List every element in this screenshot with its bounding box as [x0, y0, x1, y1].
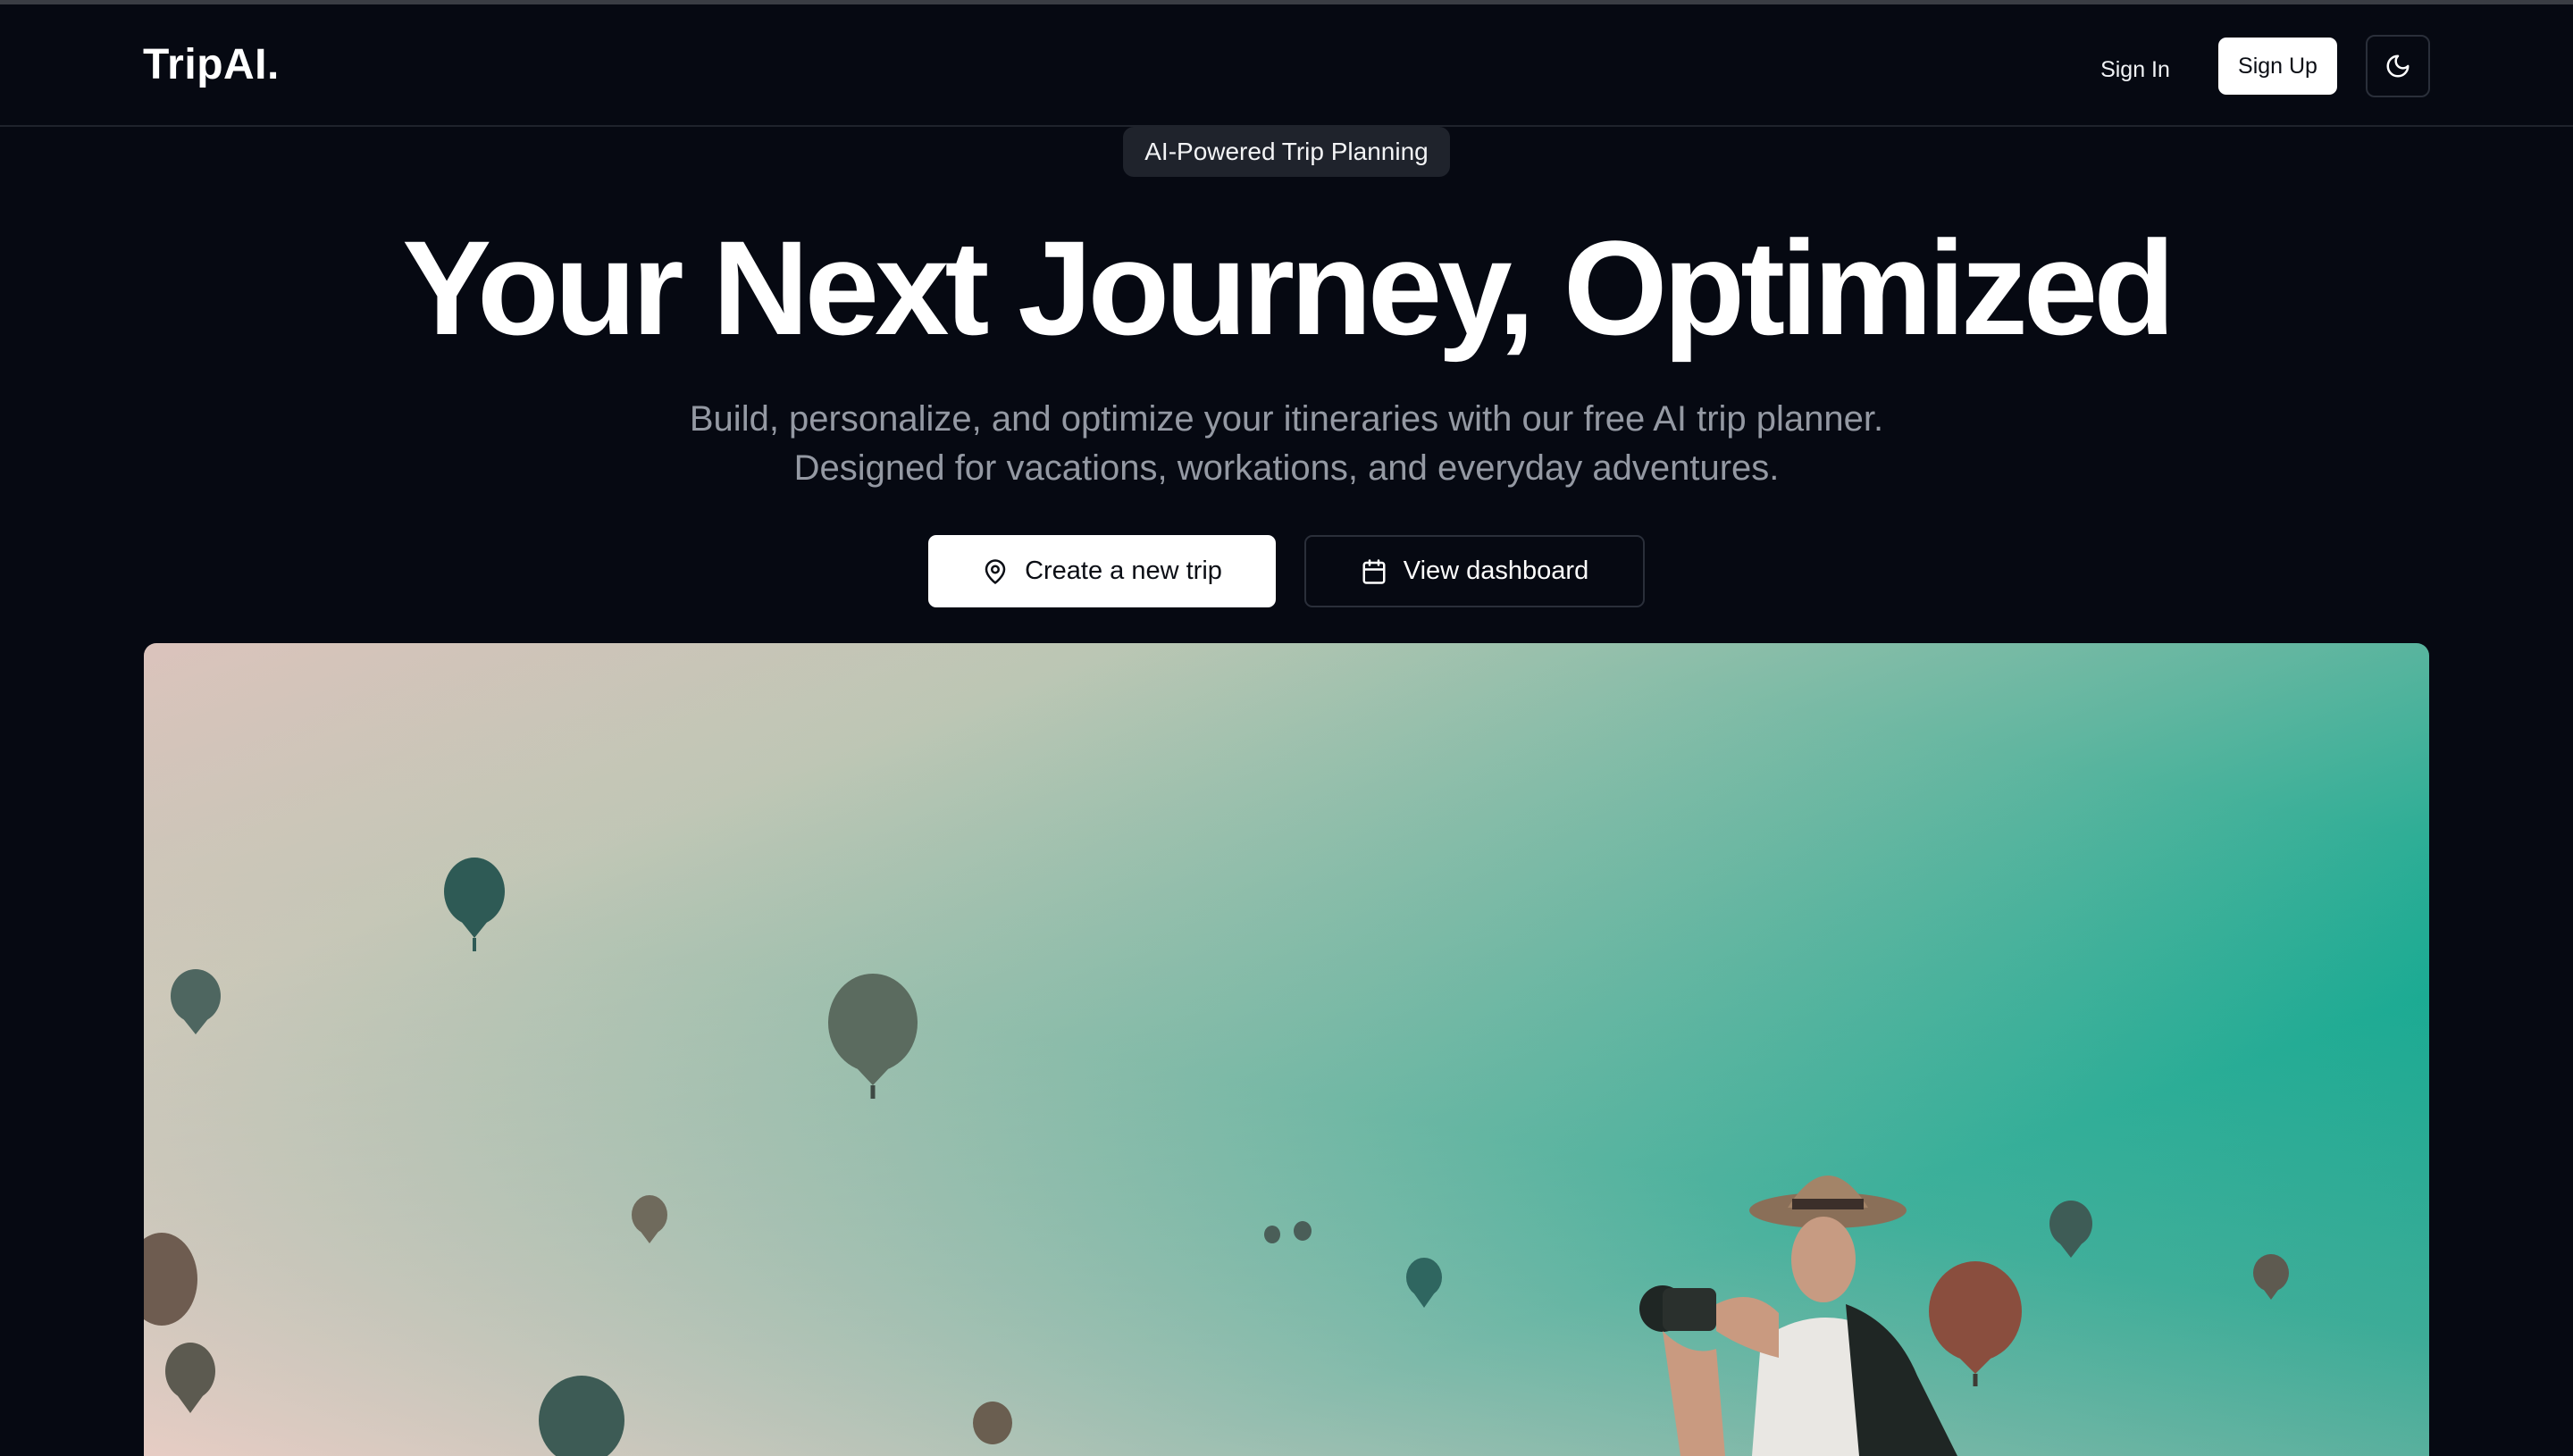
navbar: TripAI. Sign In Sign Up: [0, 4, 2573, 127]
view-dashboard-label: View dashboard: [1403, 556, 1589, 585]
hot-air-balloons-illustration: [144, 643, 2429, 1456]
hero-subtitle-line-2: Designed for vacations, workations, and …: [793, 448, 1780, 488]
map-pin-icon: [985, 558, 1006, 584]
hero-title: Your Next Journey, Optimized: [402, 213, 2175, 363]
sign-up-button[interactable]: Sign Up: [2218, 38, 2337, 95]
theme-toggle-button[interactable]: [2366, 35, 2430, 97]
hero-badge: AI-Powered Trip Planning: [1123, 127, 1450, 177]
create-trip-label: Create a new trip: [1025, 556, 1222, 585]
logo[interactable]: TripAI.: [143, 40, 280, 89]
sign-in-link[interactable]: Sign In: [2082, 40, 2189, 99]
calendar-icon: [1362, 558, 1386, 584]
hero-subtitle-line-1: Build, personalize, and optimize your it…: [689, 399, 1884, 439]
create-trip-button[interactable]: Create a new trip: [928, 535, 1276, 607]
view-dashboard-button[interactable]: View dashboard: [1304, 535, 1645, 607]
hero-image: [144, 643, 2429, 1456]
moon-icon: [2386, 54, 2410, 78]
